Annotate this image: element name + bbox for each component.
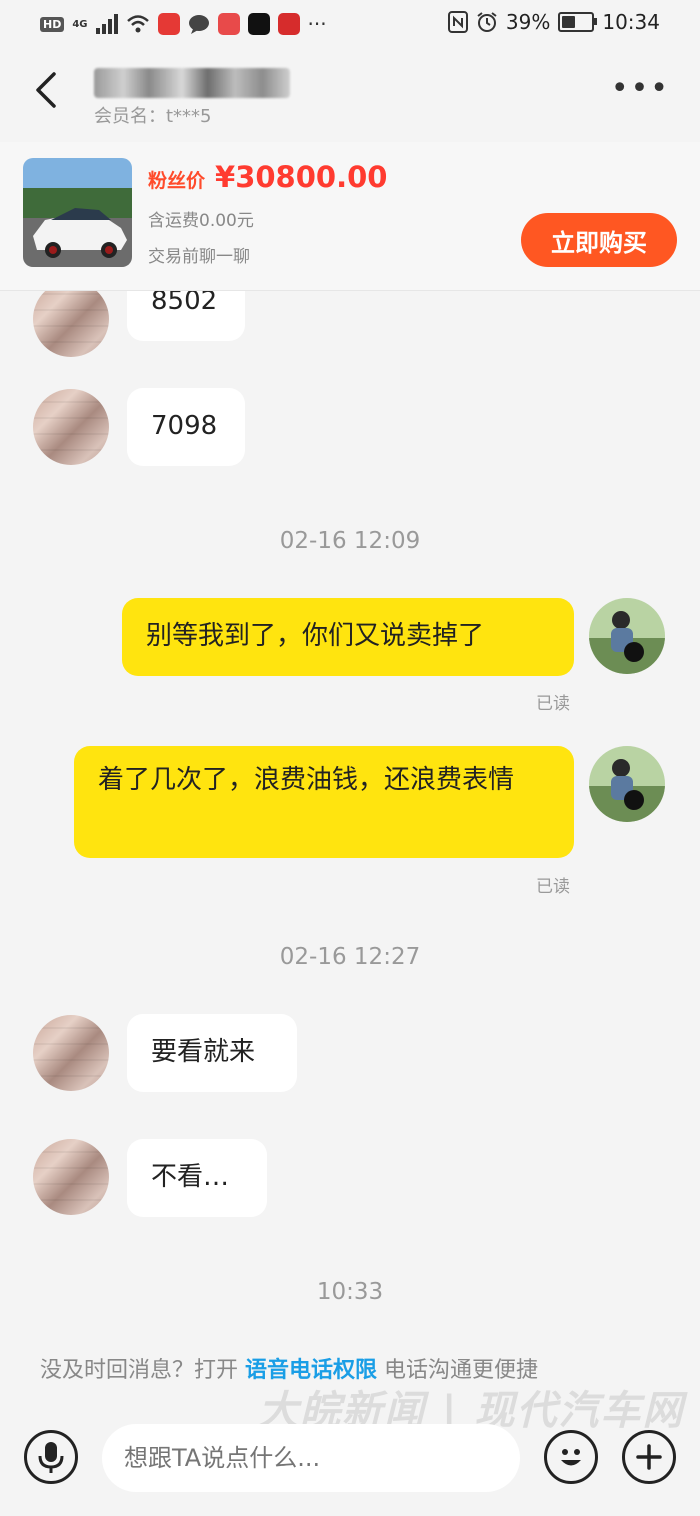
seller-avatar[interactable]: [33, 1139, 109, 1215]
seller-name-blurred: [94, 68, 290, 98]
network-indicator: 4G: [72, 18, 88, 30]
battery-icon: [558, 12, 598, 32]
seller-avatar[interactable]: [33, 291, 109, 357]
wifi-icon: [126, 15, 149, 33]
app-notification-icon-2: [277, 13, 300, 35]
buyer-avatar[interactable]: [589, 598, 665, 674]
back-arrow-icon[interactable]: [30, 68, 64, 112]
price-row: 粉丝价 ¥30800.00: [148, 160, 387, 194]
message-list[interactable]: 8502 7098 02-16 12:09 别等我到了，你们又说卖掉了 已读 着…: [0, 291, 700, 1406]
message-bubble[interactable]: 别等我到了，你们又说卖掉了: [122, 598, 574, 676]
microphone-icon[interactable]: [24, 1430, 78, 1484]
message-input[interactable]: [102, 1424, 520, 1492]
timestamp: 02-16 12:27: [279, 944, 421, 970]
read-status: 已读: [536, 694, 570, 714]
message-bubble[interactable]: 不看…: [127, 1139, 267, 1217]
signal-icon: [95, 14, 118, 34]
plus-icon[interactable]: [622, 1430, 676, 1484]
shipping-info: 含运费0.00元: [148, 211, 254, 231]
chat-hint: 交易前聊一聊: [148, 247, 250, 267]
clock: 10:34: [602, 10, 660, 34]
hd-badge: HD: [40, 16, 65, 32]
battery-percent: 39%: [505, 10, 551, 34]
chat-bubble-icon: [188, 15, 209, 34]
buyer-avatar[interactable]: [589, 746, 665, 822]
chat-header: 会员名：t***5 •••: [0, 50, 700, 140]
product-card[interactable]: 粉丝价 ¥30800.00 含运费0.00元 交易前聊一聊 立即购买: [0, 142, 700, 291]
message-bubble[interactable]: 8502: [127, 291, 245, 341]
message-bubble[interactable]: 要看就来: [127, 1014, 297, 1092]
message-bubble[interactable]: 7098: [127, 388, 245, 466]
more-icon[interactable]: •••: [611, 74, 670, 104]
read-status: 已读: [536, 877, 570, 897]
seller-avatar[interactable]: [33, 1015, 109, 1091]
input-bar: [0, 1406, 700, 1516]
timestamp: 02-16 12:09: [279, 528, 421, 554]
nfc-icon: [447, 11, 468, 33]
timestamp: 10:33: [316, 1279, 384, 1305]
price-label: 粉丝价: [148, 170, 206, 192]
member-name: 会员名：t***5: [94, 106, 212, 127]
emoji-icon[interactable]: [544, 1430, 598, 1484]
buy-now-button[interactable]: 立即购买: [521, 213, 677, 267]
book-app-icon: [217, 13, 240, 35]
tiktok-icon: [247, 13, 270, 35]
status-bar: HD 4G ··· 39% 10:34: [0, 0, 700, 50]
price-value: ¥30800.00: [215, 160, 388, 194]
message-bubble[interactable]: 着了几次了，浪费油钱，还浪费表情: [74, 746, 574, 858]
status-right: 39% 10:34: [447, 10, 660, 34]
status-left: HD 4G ···: [40, 12, 327, 36]
tip-prefix: 没及时回消息？打开: [40, 1358, 239, 1383]
car-thumbnail[interactable]: [23, 158, 132, 267]
more-notifications-icon: ···: [307, 12, 327, 36]
seller-avatar[interactable]: [33, 389, 109, 465]
alarm-icon: [477, 12, 497, 32]
app-notification-icon: [157, 13, 180, 35]
